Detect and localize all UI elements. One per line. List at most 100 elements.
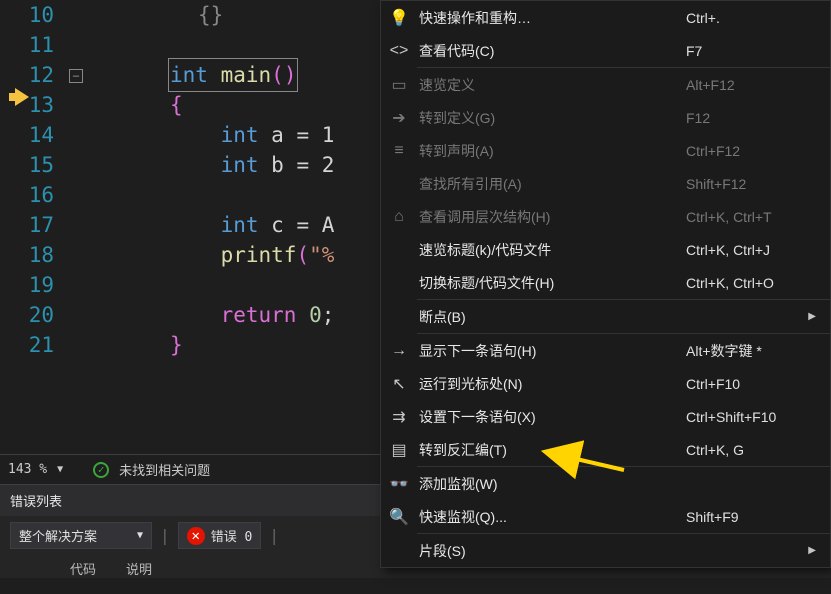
menu-item[interactable]: ⇉设置下一条语句(X)Ctrl+Shift+F10 bbox=[381, 400, 830, 433]
line-number: 16 bbox=[0, 180, 60, 210]
chevron-right-icon: ▶ bbox=[808, 311, 816, 322]
semicolon: ; bbox=[322, 303, 335, 327]
line-number: 21 bbox=[0, 330, 60, 360]
col-description[interactable]: 说明 bbox=[126, 559, 152, 578]
line-number: 19 bbox=[0, 270, 60, 300]
menu-item-shortcut: Ctrl+. bbox=[686, 10, 816, 26]
code-area[interactable]: {} int main() { int a = 1 int b = 2 int … bbox=[170, 0, 334, 454]
paren: ( bbox=[296, 243, 309, 267]
line-number: 14 bbox=[0, 120, 60, 150]
dis-icon: ▤ bbox=[381, 440, 417, 460]
no-issues-label: 未找到相关问题 bbox=[119, 460, 210, 479]
menu-item[interactable]: 片段(S)▶ bbox=[381, 534, 830, 567]
paren: ( bbox=[271, 63, 284, 87]
menu-item-shortcut: Ctrl+K, Ctrl+J bbox=[686, 242, 816, 258]
paren: ) bbox=[284, 63, 297, 87]
menu-item-label: 快速操作和重构… bbox=[417, 8, 686, 28]
col-code[interactable]: 代码 bbox=[70, 559, 96, 578]
check-icon: ✓ bbox=[93, 462, 109, 478]
errors-filter-button[interactable]: ✕ 错误 0 bbox=[178, 522, 262, 549]
menu-item-shortcut: Ctrl+F12 bbox=[686, 143, 816, 159]
number: 0 bbox=[309, 303, 322, 327]
menu-item-label: 转到声明(A) bbox=[417, 141, 686, 161]
arrow-icon: → bbox=[381, 342, 417, 360]
errors-count: 错误 0 bbox=[211, 526, 253, 545]
keyword: int bbox=[221, 123, 259, 147]
line-number: 15 bbox=[0, 150, 60, 180]
menu-item-shortcut: Ctrl+K, Ctrl+O bbox=[686, 275, 816, 291]
line-number: 13 bbox=[0, 90, 60, 120]
function-name: main bbox=[221, 63, 272, 87]
menu-item-label: 片段(S) bbox=[417, 541, 668, 561]
menu-item-shortcut: Shift+F12 bbox=[686, 176, 816, 192]
function-name: printf bbox=[221, 243, 297, 267]
line-number-gutter: 10 11 12 13 14 15 16 17 18 19 20 21 bbox=[0, 0, 60, 454]
brace: } bbox=[170, 333, 183, 357]
menu-item-label: 转到定义(G) bbox=[417, 108, 686, 128]
decl-icon: ≡ bbox=[381, 142, 417, 160]
menu-item[interactable]: 💡快速操作和重构…Ctrl+. bbox=[381, 1, 830, 34]
menu-item-label: 转到反汇编(T) bbox=[417, 440, 686, 460]
string-literal: "% bbox=[309, 243, 334, 267]
menu-item-label: 运行到光标处(N) bbox=[417, 374, 686, 394]
error-x-icon: ✕ bbox=[187, 527, 205, 545]
chevron-down-icon: ▼ bbox=[137, 530, 143, 541]
doc-icon: ▭ bbox=[381, 75, 417, 95]
menu-item-label: 查看代码(C) bbox=[417, 41, 686, 61]
fold-toggle-icon[interactable]: − bbox=[69, 69, 83, 83]
line-number: 17 bbox=[0, 210, 60, 240]
menu-item: ⌂查看调用层次结构(H)Ctrl+K, Ctrl+T bbox=[381, 200, 830, 233]
code-icon: <> bbox=[381, 42, 417, 60]
code-text: a = 1 bbox=[271, 123, 334, 147]
menu-item-label: 查找所有引用(A) bbox=[417, 174, 686, 194]
menu-item[interactable]: ▤转到反汇编(T)Ctrl+K, G bbox=[381, 433, 830, 466]
menu-item: ▭速览定义Alt+F12 bbox=[381, 68, 830, 101]
quick-icon: 🔍 bbox=[381, 507, 417, 527]
menu-item-shortcut: Ctrl+F10 bbox=[686, 376, 816, 392]
brace: { bbox=[170, 93, 183, 117]
scope-combo[interactable]: 整个解决方案 ▼ bbox=[10, 522, 152, 549]
code-text: c = A bbox=[271, 213, 334, 237]
menu-item-label: 快速监视(Q)... bbox=[417, 507, 686, 527]
bulb-icon: 💡 bbox=[381, 8, 417, 28]
menu-item: ➔转到定义(G)F12 bbox=[381, 101, 830, 134]
menu-item-label: 添加监视(W) bbox=[417, 474, 686, 494]
menu-item-label: 断点(B) bbox=[417, 307, 668, 327]
chevron-down-icon[interactable]: ▼ bbox=[57, 464, 63, 475]
keyword: int bbox=[221, 213, 259, 237]
menu-item-label: 速览定义 bbox=[417, 75, 686, 95]
fold-margin: − bbox=[60, 0, 170, 454]
menu-item-shortcut: F12 bbox=[686, 110, 816, 126]
menu-item-shortcut: F7 bbox=[686, 43, 816, 59]
menu-item: ≡转到声明(A)Ctrl+F12 bbox=[381, 134, 830, 167]
line-number: 12 bbox=[0, 60, 60, 90]
menu-item-shortcut: Alt+数字键 * bbox=[686, 341, 816, 361]
menu-item-shortcut: Shift+F9 bbox=[686, 509, 816, 525]
menu-item-shortcut: Ctrl+K, G bbox=[686, 442, 816, 458]
zoom-level[interactable]: 143 % bbox=[8, 462, 47, 477]
menu-item[interactable]: 🔍快速监视(Q)...Shift+F9 bbox=[381, 500, 830, 533]
scope-text: 整个解决方案 bbox=[19, 526, 97, 545]
context-menu: 💡快速操作和重构…Ctrl+.<>查看代码(C)F7▭速览定义Alt+F12➔转… bbox=[380, 0, 831, 568]
menu-item-label: 切换标题/代码文件(H) bbox=[417, 273, 686, 293]
cursor-icon: ↖ bbox=[381, 374, 417, 394]
menu-item[interactable]: 切换标题/代码文件(H)Ctrl+K, Ctrl+O bbox=[381, 266, 830, 299]
menu-item[interactable]: ↖运行到光标处(N)Ctrl+F10 bbox=[381, 367, 830, 400]
line-number: 20 bbox=[0, 300, 60, 330]
keyword: return bbox=[221, 303, 297, 327]
menu-item[interactable]: 👓添加监视(W) bbox=[381, 467, 830, 500]
set-icon: ⇉ bbox=[381, 407, 417, 427]
menu-item-shortcut: Ctrl+Shift+F10 bbox=[686, 409, 816, 425]
goto-icon: ➔ bbox=[381, 108, 417, 128]
line-number: 11 bbox=[0, 30, 60, 60]
menu-item-label: 设置下一条语句(X) bbox=[417, 407, 686, 427]
menu-item-label: 显示下一条语句(H) bbox=[417, 341, 686, 361]
menu-item: 查找所有引用(A)Shift+F12 bbox=[381, 167, 830, 200]
keyword: int bbox=[170, 63, 208, 87]
hier-icon: ⌂ bbox=[381, 208, 417, 226]
menu-item[interactable]: 断点(B) ▶ bbox=[381, 300, 830, 333]
menu-item[interactable]: 速览标题(k)/代码文件Ctrl+K, Ctrl+J bbox=[381, 233, 830, 266]
menu-item-label: 查看调用层次结构(H) bbox=[417, 207, 686, 227]
menu-item[interactable]: <>查看代码(C)F7 bbox=[381, 34, 830, 67]
menu-item[interactable]: →显示下一条语句(H)Alt+数字键 * bbox=[381, 334, 830, 367]
